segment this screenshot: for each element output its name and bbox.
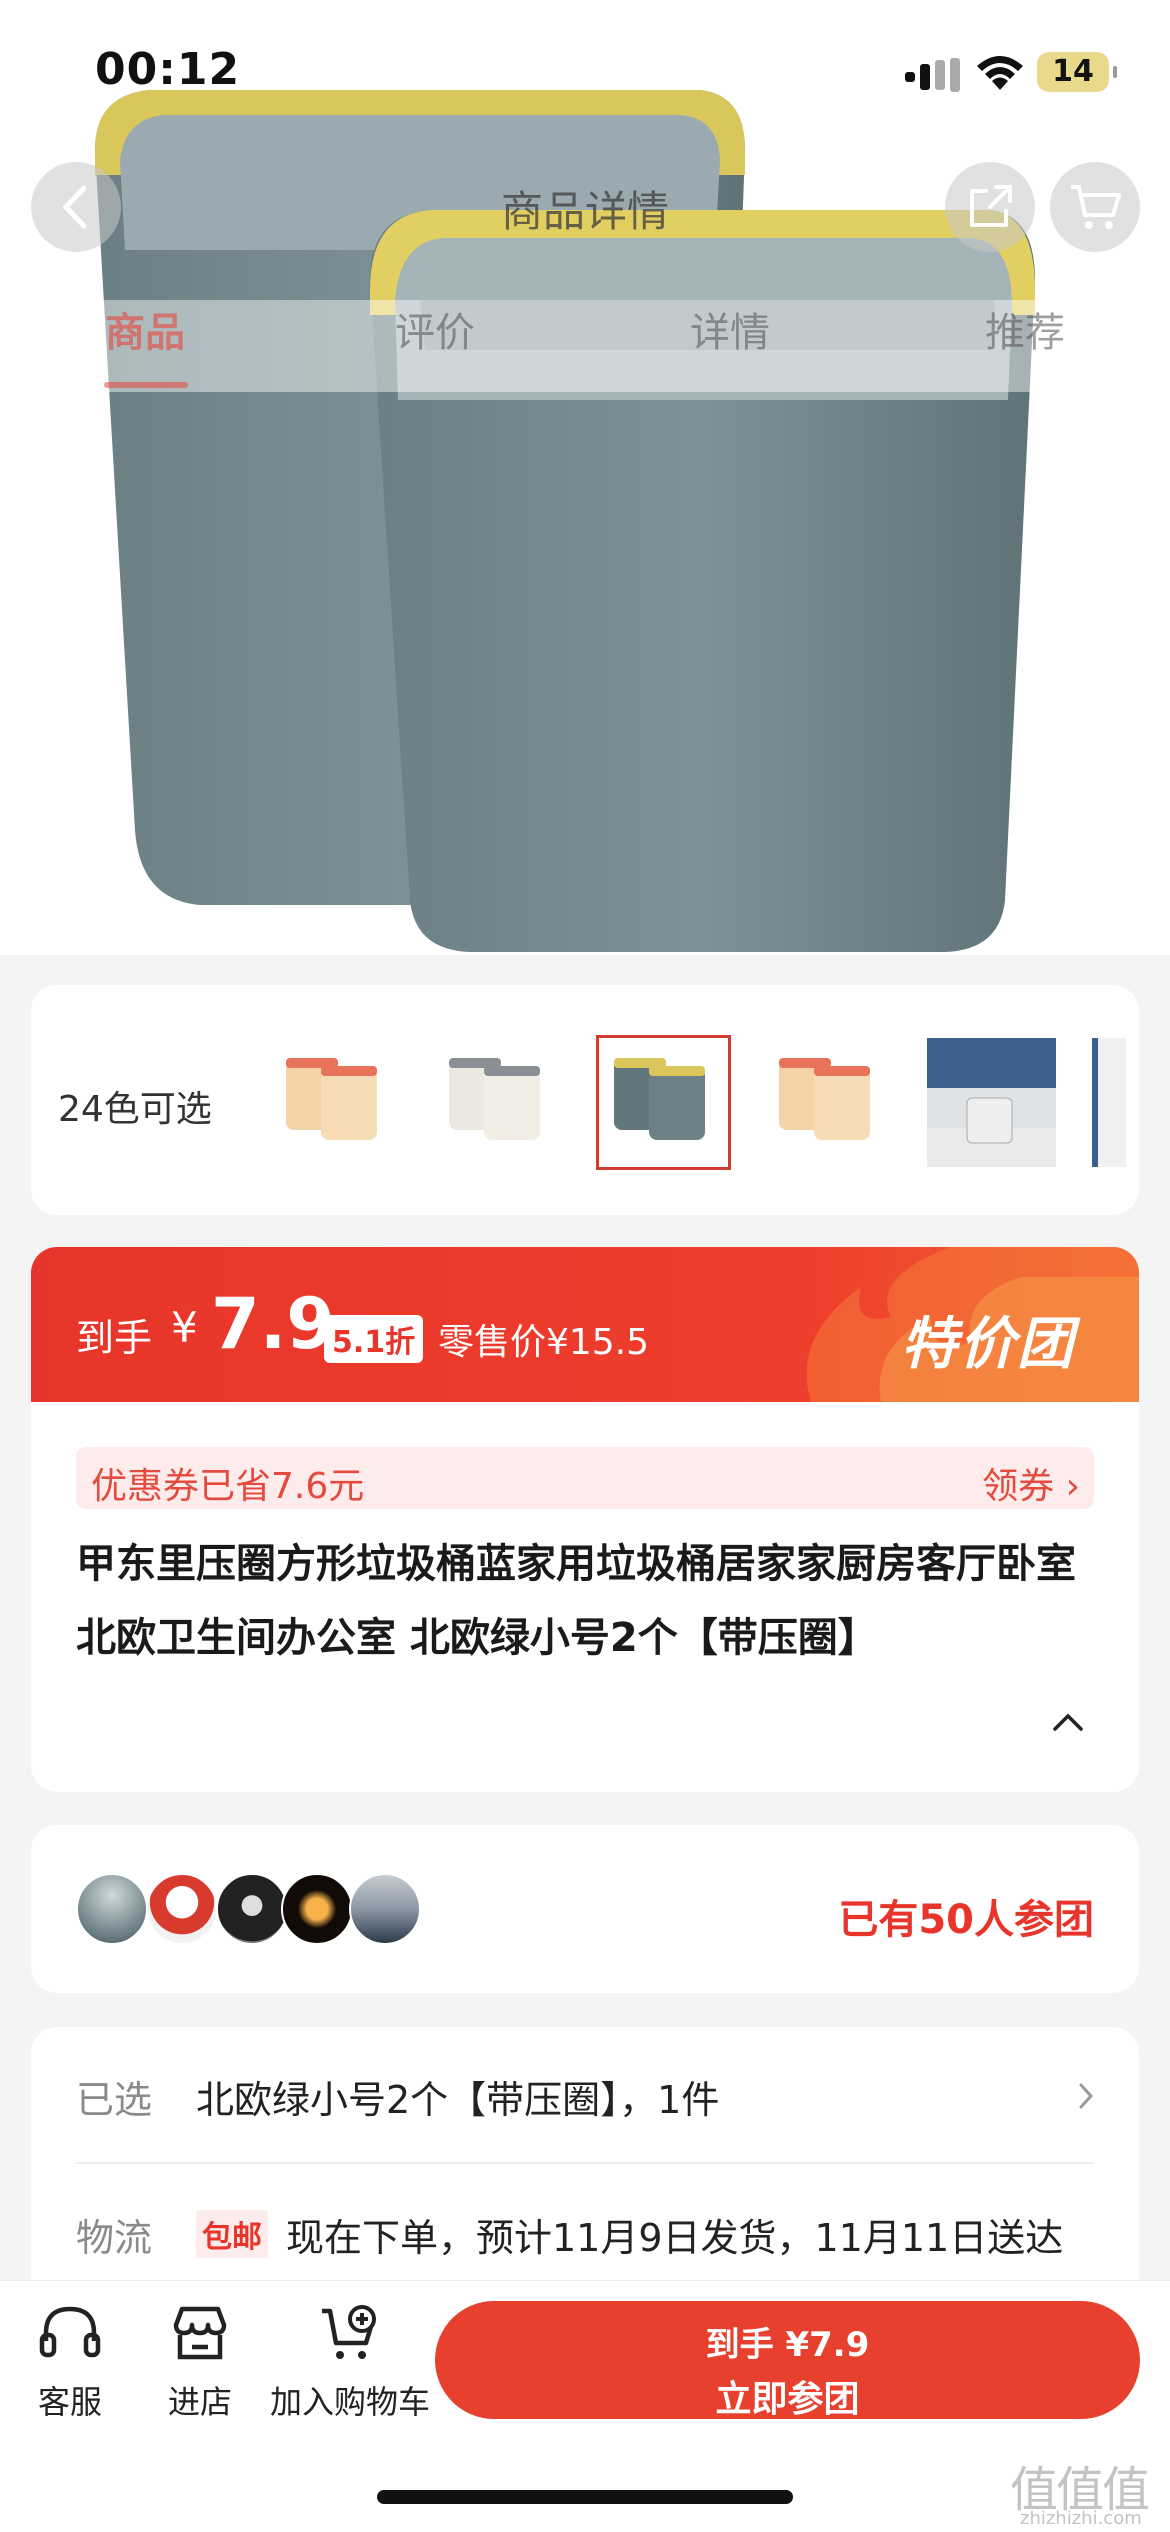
cart-button[interactable] xyxy=(1050,162,1140,252)
selected-value: 北欧绿小号2个【带压圈】，1件 xyxy=(196,2078,720,2122)
color-count-label: 24色可选 xyxy=(58,1089,212,1130)
shipping-label: 物流 xyxy=(76,2216,153,2260)
share-icon xyxy=(970,185,1012,227)
color-swatch[interactable] xyxy=(431,1035,566,1170)
chevron-right-icon xyxy=(1079,2083,1094,2109)
tab-details[interactable]: 详情 xyxy=(690,300,770,358)
group-buy-card[interactable]: 已有50人参团 xyxy=(31,1825,1139,1993)
battery-indicator: 14 xyxy=(1037,52,1117,92)
product-title: 甲东里压圈方形垃圾桶蓝家用垃圾桶居家家厨房客厅卧室北欧卫生间办公室 北欧绿小号2… xyxy=(76,1541,1076,1661)
add-cart-icon xyxy=(322,2305,376,2359)
customer-service-button[interactable]: 客服 xyxy=(30,2303,110,2423)
discount-badge: 5.1折 xyxy=(324,1315,424,1363)
avatar xyxy=(349,1873,421,1945)
price-card: 到手 ¥ 7.9 5.1折 零售价¥15.5 特价团 优惠券已省7.6元 领券 … xyxy=(31,1247,1139,1792)
watermark-domain: zhizhizhi.com xyxy=(1020,2508,1142,2529)
color-swatch[interactable] xyxy=(1089,1035,1129,1170)
avatar xyxy=(76,1873,148,1945)
color-swatch[interactable] xyxy=(761,1035,896,1170)
avatar xyxy=(146,1873,218,1945)
original-price: 零售价¥15.5 xyxy=(438,1322,650,1363)
color-options-card: 24色可选 xyxy=(31,985,1139,1215)
home-indicator[interactable] xyxy=(377,2490,793,2504)
tab-reviews[interactable]: 评价 xyxy=(395,300,475,358)
wifi-icon xyxy=(977,56,1023,90)
avatar xyxy=(216,1873,288,1945)
cart-icon xyxy=(1071,185,1121,229)
cta-price: 到手 ¥7.9 xyxy=(705,2325,870,2365)
selected-label: 已选 xyxy=(76,2078,153,2122)
add-to-cart-button[interactable]: 加入购物车 xyxy=(270,2303,430,2423)
cta-label: 立即参团 xyxy=(715,2379,860,2420)
add-to-cart-label: 加入购物车 xyxy=(270,2383,431,2421)
join-group-button[interactable]: 到手 ¥7.9 立即参团 xyxy=(435,2301,1140,2420)
claim-coupon-label: 领券 xyxy=(982,1466,1055,1507)
active-tab-indicator xyxy=(104,382,188,388)
store-button[interactable]: 进店 xyxy=(160,2303,240,2423)
coupon-bar[interactable]: 优惠券已省7.6元 领券 › xyxy=(76,1447,1094,1509)
battery-level: 14 xyxy=(1052,54,1094,89)
chevron-up-icon[interactable] xyxy=(1052,1712,1084,1732)
status-bar: 00:12 14 xyxy=(0,0,1170,140)
avatar xyxy=(281,1873,353,1945)
color-swatch[interactable] xyxy=(268,1035,403,1170)
claim-coupon-link[interactable]: 领券 › xyxy=(982,1457,1080,1509)
share-button[interactable] xyxy=(945,162,1035,252)
price-currency: ¥ xyxy=(171,1303,198,1352)
color-swatch-selected[interactable] xyxy=(596,1035,731,1170)
section-tabs: 商品 评价 详情 推荐 xyxy=(0,300,1170,392)
shipping-value: 现在下单，预计11月9日发货，11月11日送达 xyxy=(286,2216,1064,2260)
coupon-saved-text: 优惠券已省7.6元 xyxy=(91,1466,365,1507)
color-swatch[interactable] xyxy=(924,1035,1059,1170)
status-time: 00:12 xyxy=(95,44,241,95)
cellular-signal-icon xyxy=(905,58,960,92)
divider xyxy=(76,2162,1094,2164)
price-banner: 到手 ¥ 7.9 5.1折 零售价¥15.5 特价团 xyxy=(31,1247,1139,1402)
price-prefix: 到手 xyxy=(76,1316,153,1360)
customer-service-label: 客服 xyxy=(37,2383,102,2421)
headset-icon xyxy=(39,2306,101,2358)
price-value: 7.9 xyxy=(211,1283,336,1365)
store-label: 进店 xyxy=(167,2383,232,2421)
store-icon xyxy=(173,2306,227,2360)
product-hero-image[interactable] xyxy=(0,0,1170,955)
tab-product[interactable]: 商品 xyxy=(105,300,185,358)
group-count-text: 已有50人参团 xyxy=(838,1897,1094,1943)
special-group-badge: 特价团 xyxy=(901,1312,1075,1377)
tab-recommend[interactable]: 推荐 xyxy=(985,300,1065,358)
free-shipping-tag: 包邮 xyxy=(196,2210,268,2258)
